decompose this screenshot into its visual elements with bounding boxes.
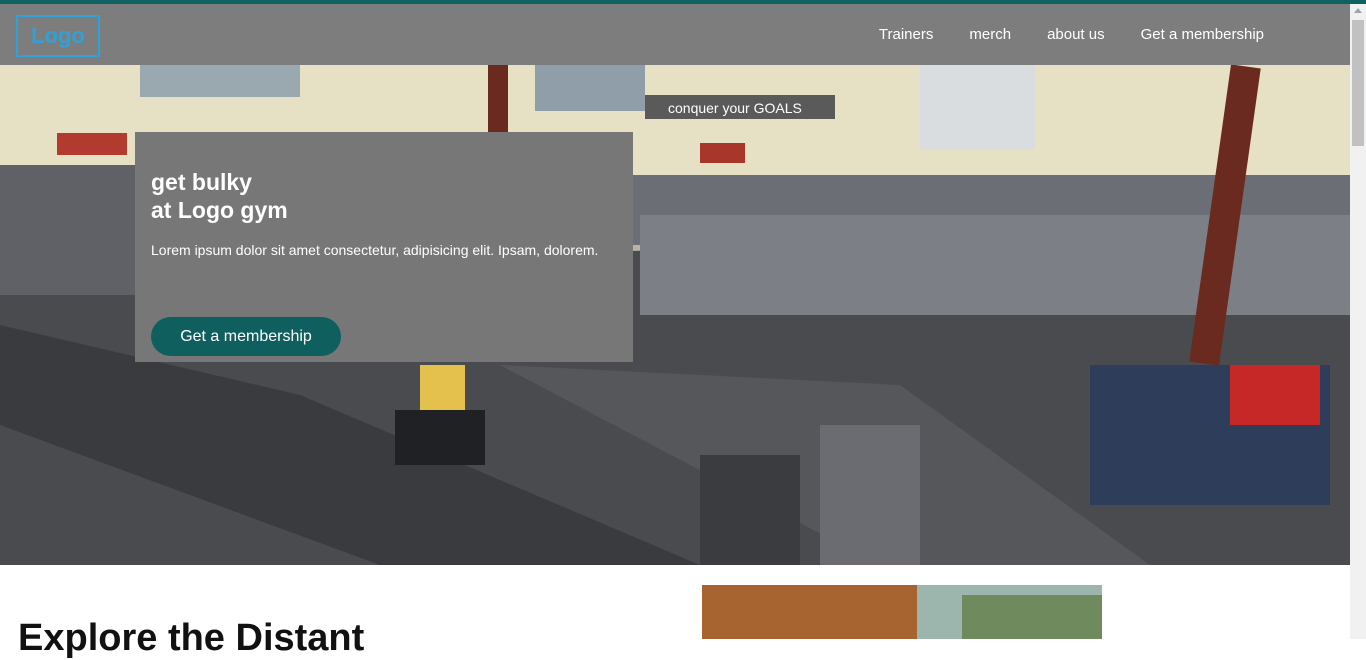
section-image: [702, 585, 1102, 639]
nav-links: Trainers merch about us Get a membership: [879, 4, 1264, 65]
hero-card: get bulky at Logo gym Lorem ipsum dolor …: [135, 132, 633, 362]
nav-link-merch[interactable]: merch: [969, 26, 1011, 43]
navbar: Logo Trainers merch about us Get a membe…: [0, 4, 1350, 65]
scroll-up-arrow-icon[interactable]: [1354, 8, 1362, 13]
nav-link-about-us[interactable]: about us: [1047, 26, 1105, 43]
hero-title: get bulky at Logo gym: [151, 168, 617, 224]
nav-link-trainers[interactable]: Trainers: [879, 26, 933, 43]
membership-button[interactable]: Get a membership: [151, 317, 341, 356]
nav-link-membership[interactable]: Get a membership: [1141, 26, 1264, 43]
hero-text: Lorem ipsum dolor sit amet consectetur, …: [151, 242, 599, 258]
section-photo: [702, 585, 1102, 639]
logo[interactable]: Logo: [16, 15, 100, 57]
banner-text: conquer your GOALS: [668, 100, 802, 116]
hero-title-line2: at Logo gym: [151, 197, 288, 223]
hero-title-line1: get bulky: [151, 169, 252, 195]
scrollbar-thumb[interactable]: [1352, 20, 1364, 146]
